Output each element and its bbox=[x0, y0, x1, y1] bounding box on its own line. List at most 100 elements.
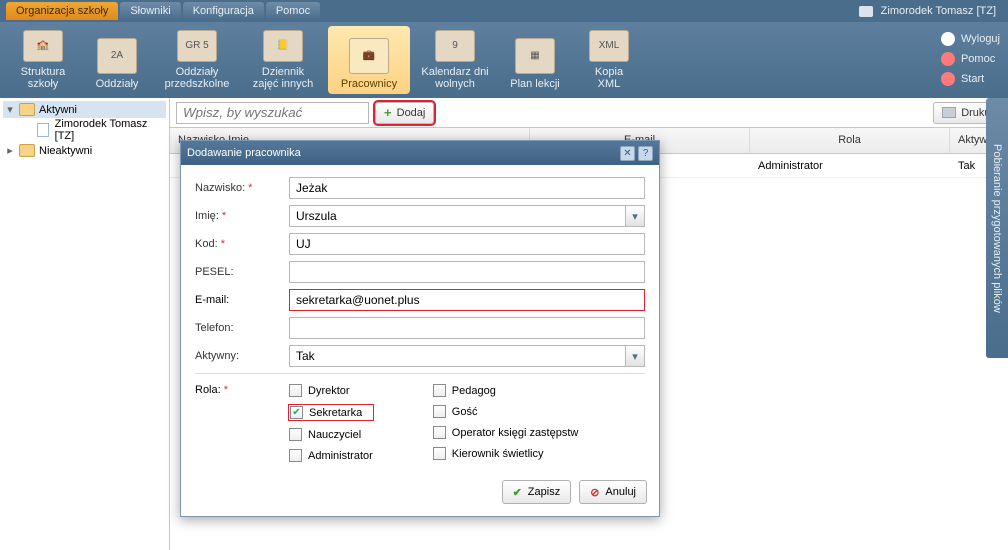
ribbon-label: Kalendarz dni wolnych bbox=[421, 66, 488, 90]
chk-label: Dyrektor bbox=[308, 385, 350, 397]
ribbon-dziennik[interactable]: 📒 Dziennik zajęć innych bbox=[242, 26, 324, 94]
modal-header[interactable]: Dodawanie pracownika ✕ ? bbox=[181, 141, 659, 165]
ribbon-kopia-xml[interactable]: XML Kopia XML bbox=[574, 26, 644, 94]
button-label: Zapisz bbox=[528, 486, 560, 498]
content-toolbar: + Dodaj Drukuj bbox=[170, 98, 1008, 128]
chk-kierownik[interactable]: Kierownik świetlicy bbox=[433, 447, 579, 460]
tab-organizacja-szkoly[interactable]: Organizacja szkoły bbox=[6, 2, 118, 20]
search-input[interactable] bbox=[176, 102, 369, 124]
modal-title: Dodawanie pracownika bbox=[187, 147, 301, 159]
chk-administrator[interactable]: Administrator bbox=[289, 449, 373, 462]
print-icon bbox=[942, 107, 956, 118]
label-kod: Kod: bbox=[195, 238, 289, 250]
top-tabs: Organizacja szkoły Słowniki Konfiguracja… bbox=[6, 2, 320, 20]
downloads-side-tab[interactable]: Pobieranie przygotowanych plików bbox=[986, 98, 1008, 358]
label-aktywny: Aktywny: bbox=[195, 350, 289, 362]
tree-nieaktywni[interactable]: ▸ Nieaktywni bbox=[3, 142, 166, 159]
dodaj-button[interactable]: + Dodaj bbox=[375, 102, 434, 124]
chk-label: Pedagog bbox=[452, 385, 496, 397]
checkbox-icon bbox=[289, 449, 302, 462]
dropdown-icon[interactable]: ▾ bbox=[625, 345, 645, 367]
ribbon-struktura-szkoly[interactable]: 🏫 Struktura szkoły bbox=[8, 26, 78, 94]
ribbon-label: Oddziały przedszkolne bbox=[165, 66, 230, 90]
modal-close-icon[interactable]: ✕ bbox=[620, 146, 635, 161]
dropdown-icon[interactable]: ▾ bbox=[625, 205, 645, 227]
logout-link[interactable]: Wyloguj bbox=[941, 32, 1000, 46]
collapse-icon[interactable]: ▾ bbox=[5, 103, 15, 116]
button-label: Dodaj bbox=[397, 107, 426, 119]
tree-aktywni[interactable]: ▾ Aktywni bbox=[3, 101, 166, 118]
tree-item-zimorodek[interactable]: Zimorodek Tomasz [TZ] bbox=[3, 118, 166, 142]
tab-pomoc[interactable]: Pomoc bbox=[266, 2, 320, 20]
plus-icon: + bbox=[384, 105, 392, 120]
chk-label: Nauczyciel bbox=[308, 429, 361, 441]
chk-operator[interactable]: Operator księgi zastępstw bbox=[433, 426, 579, 439]
input-nazwisko[interactable] bbox=[289, 177, 645, 199]
ribbon-label: Kopia XML bbox=[595, 66, 623, 90]
ribbon-links: Wyloguj Pomoc Start bbox=[941, 32, 1000, 86]
tab-slowniki[interactable]: Słowniki bbox=[120, 2, 180, 20]
home-icon bbox=[941, 72, 955, 86]
ribbon-label: Struktura szkoły bbox=[21, 66, 66, 90]
add-employee-modal: Dodawanie pracownika ✕ ? Nazwisko: Imię:… bbox=[180, 140, 660, 517]
anuluj-button[interactable]: ⊘Anuluj bbox=[579, 480, 647, 504]
tree-item-label: Zimorodek Tomasz [TZ] bbox=[55, 118, 166, 142]
xml-icon: XML bbox=[589, 30, 629, 62]
label-imie: Imię: bbox=[195, 210, 289, 222]
link-label: Start bbox=[961, 73, 984, 85]
folder-icon bbox=[19, 103, 35, 116]
ribbon-label: Pracownicy bbox=[341, 78, 397, 90]
ribbon-oddzialy-przedszkolne[interactable]: GR 5 Oddziały przedszkolne bbox=[156, 26, 238, 94]
cancel-icon: ⊘ bbox=[590, 486, 599, 499]
ribbon-plan-lekcji[interactable]: ▦ Plan lekcji bbox=[500, 26, 570, 94]
chat-icon[interactable] bbox=[859, 6, 873, 17]
chk-nauczyciel[interactable]: Nauczyciel bbox=[289, 428, 373, 441]
modal-help-icon[interactable]: ? bbox=[638, 146, 653, 161]
input-aktywny[interactable] bbox=[289, 345, 625, 367]
chk-dyrektor[interactable]: Dyrektor bbox=[289, 384, 373, 397]
tree-panel: ▾ Aktywni Zimorodek Tomasz [TZ] ▸ Nieakt… bbox=[0, 98, 170, 550]
modal-footer: ✔Zapisz ⊘Anuluj bbox=[181, 470, 659, 516]
help-icon bbox=[941, 52, 955, 66]
topbar-right: Zimorodek Tomasz [TZ] bbox=[859, 5, 1002, 17]
chk-label: Gość bbox=[452, 406, 478, 418]
checkbox-icon bbox=[433, 426, 446, 439]
roles-col-left: Dyrektor ✔Sekretarka Nauczyciel Administ… bbox=[289, 384, 373, 462]
chk-sekretarka[interactable]: ✔Sekretarka bbox=[289, 405, 373, 420]
document-icon bbox=[37, 123, 49, 137]
checkbox-icon bbox=[433, 405, 446, 418]
label-nazwisko: Nazwisko: bbox=[195, 182, 289, 194]
class-2a-icon: 2A bbox=[97, 38, 137, 74]
journal-icon: 📒 bbox=[263, 30, 303, 62]
col-rola[interactable]: Rola bbox=[750, 128, 950, 153]
input-imie[interactable] bbox=[289, 205, 625, 227]
modal-body: Nazwisko: Imię: ▾ Kod: PESEL: E-mail: Te… bbox=[181, 165, 659, 470]
ribbon-pracownicy[interactable]: 💼 Pracownicy bbox=[328, 26, 410, 94]
expand-icon[interactable]: ▸ bbox=[5, 144, 15, 157]
zapisz-button[interactable]: ✔Zapisz bbox=[502, 480, 572, 504]
input-email[interactable] bbox=[289, 289, 645, 311]
input-pesel[interactable] bbox=[289, 261, 645, 283]
chk-label: Operator księgi zastępstw bbox=[452, 427, 579, 439]
start-link[interactable]: Start bbox=[941, 72, 1000, 86]
input-telefon[interactable] bbox=[289, 317, 645, 339]
chk-gosc[interactable]: Gość bbox=[433, 405, 579, 418]
tree-label: Aktywni bbox=[39, 104, 77, 116]
chk-label: Administrator bbox=[308, 450, 373, 462]
help-link[interactable]: Pomoc bbox=[941, 52, 1000, 66]
ribbon-kalendarz[interactable]: 9 Kalendarz dni wolnych bbox=[414, 26, 496, 94]
input-kod[interactable] bbox=[289, 233, 645, 255]
ribbon: 🏫 Struktura szkoły 2A Oddziały GR 5 Oddz… bbox=[0, 22, 1008, 98]
calendar-icon: 9 bbox=[435, 30, 475, 62]
chk-label: Sekretarka bbox=[309, 407, 362, 419]
chk-pedagog[interactable]: Pedagog bbox=[433, 384, 579, 397]
label-telefon: Telefon: bbox=[195, 322, 289, 334]
timetable-icon: ▦ bbox=[515, 38, 555, 74]
ribbon-label: Dziennik zajęć innych bbox=[253, 66, 314, 90]
current-user: Zimorodek Tomasz [TZ] bbox=[881, 5, 1002, 17]
tab-konfiguracja[interactable]: Konfiguracja bbox=[183, 2, 264, 20]
top-menu-bar: Organizacja szkoły Słowniki Konfiguracja… bbox=[0, 0, 1008, 22]
label-rola: Rola: bbox=[195, 384, 289, 462]
ribbon-label: Plan lekcji bbox=[510, 78, 560, 90]
ribbon-oddzialy[interactable]: 2A Oddziały bbox=[82, 26, 152, 94]
